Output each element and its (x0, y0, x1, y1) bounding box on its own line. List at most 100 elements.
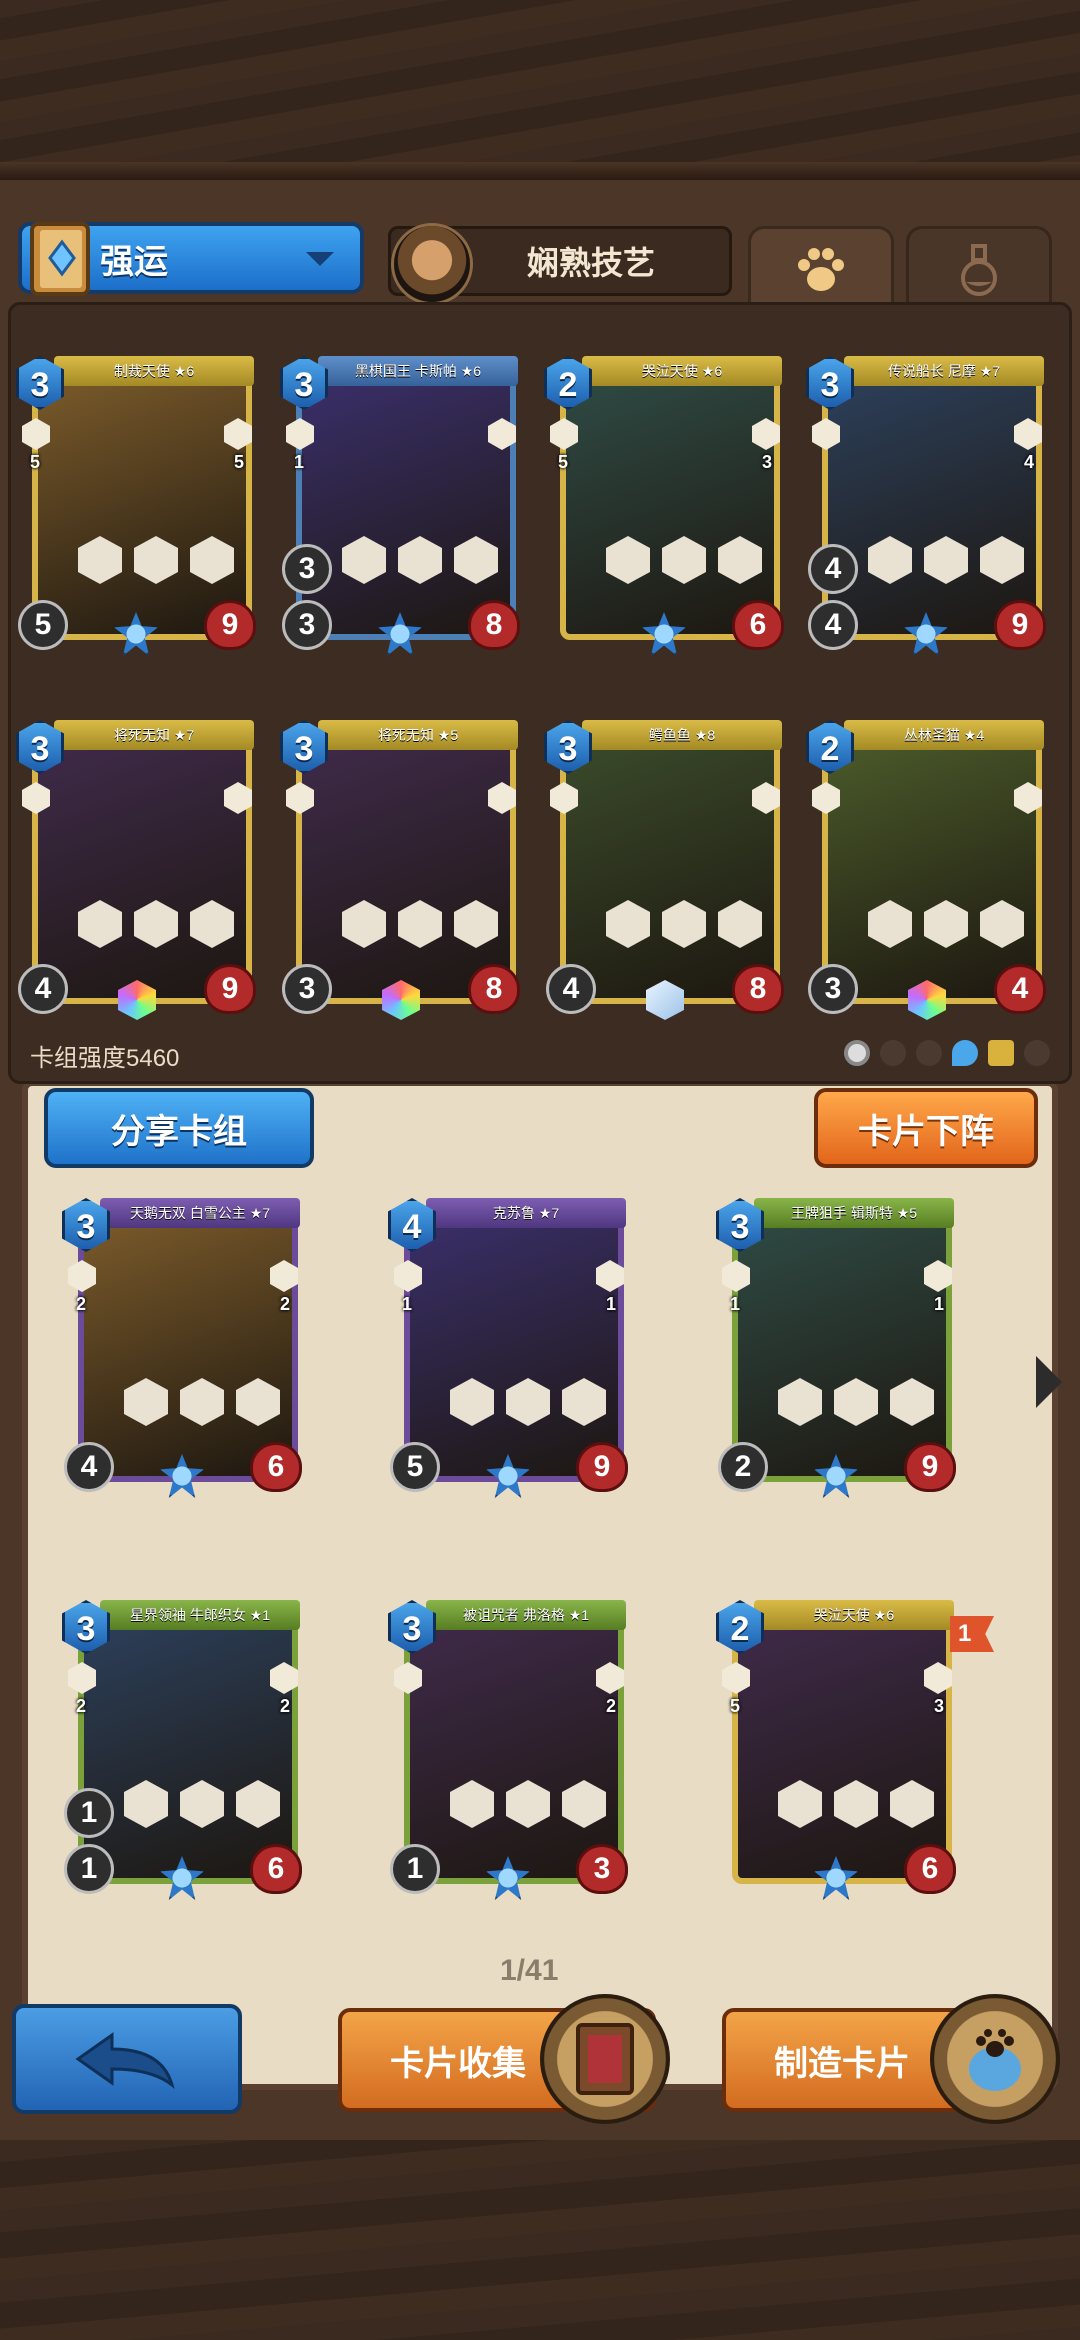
card-health: 9 (576, 1442, 628, 1492)
card-name: 哭泣天使 ★6 (754, 1600, 954, 1630)
card-health: 8 (732, 964, 784, 1014)
back-button[interactable] (12, 2004, 242, 2114)
card-attack: 1 (64, 1844, 114, 1894)
filter-hand-icon[interactable] (916, 1040, 942, 1066)
filter-all-icon[interactable] (844, 1040, 870, 1066)
filter-water-icon[interactable] (952, 1040, 978, 1066)
next-page-arrow-icon[interactable] (1036, 1356, 1062, 1408)
card-left-value: 1 (402, 1294, 413, 1314)
card-health: 6 (250, 1442, 302, 1492)
tab-pet[interactable] (748, 226, 894, 310)
tab-potion[interactable] (906, 226, 1052, 310)
unequip-card-button[interactable]: 卡片下阵 (814, 1088, 1038, 1168)
card-health: 6 (732, 600, 784, 650)
card-name: 丛林圣猫 ★4 (844, 720, 1044, 750)
card-health: 6 (904, 1844, 956, 1894)
card-health: 6 (250, 1844, 302, 1894)
card-name: 鳄鱼鱼 ★8 (582, 720, 782, 750)
card[interactable]: 天鹅无双 白雪公主 ★7 3 2 2 4 6 (62, 1198, 304, 1498)
card[interactable]: 将死无知 ★5 3 3 8 (280, 720, 522, 1020)
card-attack: 3 (282, 600, 332, 650)
card-album-icon[interactable] (540, 1994, 670, 2124)
card-attack: 4 (18, 964, 68, 1014)
card-right-value: 2 (279, 1294, 290, 1314)
card[interactable]: 星界领袖 牛郎织女 ★1 3 2 2 1 1 6 (62, 1600, 304, 1900)
card[interactable]: 传说船长 尼摩 ★7 3 4 4 4 9 (806, 356, 1048, 656)
card-art (822, 374, 1042, 640)
card-attack: 3 (282, 964, 332, 1014)
card-health: 9 (204, 964, 256, 1014)
hero-skill-panel[interactable]: 娴熟技艺 (388, 223, 732, 305)
page-indicator: 1/41 (500, 1954, 559, 1987)
card-attack: 2 (718, 1442, 768, 1492)
card-left-value: 5 (558, 452, 569, 472)
card-name: 传说船长 尼摩 ★7 (844, 356, 1044, 386)
card-health: 4 (994, 964, 1046, 1014)
card[interactable]: 制裁天使 ★6 3 5 5 5 9 (16, 356, 258, 656)
card-attack: 4 (546, 964, 596, 1014)
card-left-value: 5 (730, 1696, 741, 1716)
card-name: 将死无知 ★7 (54, 720, 254, 750)
card-health: 9 (994, 600, 1046, 650)
hero-skill-name: 娴熟技艺 (527, 245, 656, 281)
card-name: 天鹅无双 白雪公主 ★7 (100, 1198, 300, 1228)
share-deck-button[interactable]: 分享卡组 (44, 1088, 314, 1168)
card[interactable]: 克苏鲁 ★7 4 1 1 5 9 (388, 1198, 630, 1498)
card-attack: 4 (64, 1442, 114, 1492)
card-name: 将死无知 ★5 (318, 720, 518, 750)
card-name: 克苏鲁 ★7 (426, 1198, 626, 1228)
bottom-wood-background (0, 2140, 1080, 2340)
card-left-value: 1 (730, 1294, 741, 1314)
card-attack: 3 (808, 964, 858, 1014)
card-health: 9 (204, 600, 256, 650)
card-art (296, 738, 516, 1004)
card-art (32, 738, 252, 1004)
card-right-value: 3 (933, 1696, 944, 1716)
card-name: 哭泣天使 ★6 (582, 356, 782, 386)
card[interactable]: 王牌狙手 辑斯特 ★5 3 1 1 2 9 (716, 1198, 958, 1498)
card-left-value: 1 (294, 452, 305, 472)
card-art (560, 738, 780, 1004)
card[interactable]: 哭泣天使 ★6 2 5 3 6 (716, 1600, 958, 1900)
card[interactable]: 哭泣天使 ★6 2 5 3 6 (544, 356, 786, 656)
card[interactable]: 黑棋国王 卡斯帕 ★6 3 1 3 3 8 (280, 356, 522, 656)
deck-strength: 卡组强度5460 (30, 1045, 180, 1072)
chevron-down-icon (306, 252, 334, 266)
card-right-value: 2 (279, 1696, 290, 1716)
filter-fire-icon[interactable] (1024, 1040, 1050, 1066)
card-art (78, 1216, 298, 1482)
card-art (404, 1618, 624, 1884)
card-right-value: 2 (605, 1696, 616, 1716)
card-left-value: 2 (76, 1696, 87, 1716)
craft-card-label: 制造卡片 (774, 2044, 910, 2083)
card-left-value: 5 (30, 452, 41, 472)
hero-avatar (391, 223, 473, 305)
card[interactable]: 丛林圣猫 ★4 2 3 4 (806, 720, 1048, 1020)
card-name: 星界领袖 牛郎织女 ★1 (100, 1600, 300, 1630)
deck-selector[interactable]: 强运 (18, 222, 364, 296)
card-attack: 1 (390, 1844, 440, 1894)
card[interactable]: 鳄鱼鱼 ★8 3 4 8 (544, 720, 786, 1020)
card-health: 8 (468, 964, 520, 1014)
card-art (732, 1216, 952, 1482)
deck-book-icon (30, 222, 90, 296)
card-name: 黑棋国王 卡斯帕 ★6 (318, 356, 518, 386)
card-art (560, 374, 780, 640)
card-attack: 4 (808, 600, 858, 650)
top-wood-background (0, 0, 1080, 180)
card-right-value: 1 (605, 1294, 616, 1314)
card-attack-secondary: 1 (64, 1788, 114, 1838)
card-right-value: 1 (933, 1294, 944, 1314)
card-attack-secondary: 3 (282, 544, 332, 594)
filter-sort-icon[interactable] (988, 1040, 1014, 1066)
filter-dice-icon[interactable] (880, 1040, 906, 1066)
card[interactable]: 将死无知 ★7 3 4 9 (16, 720, 258, 1020)
paw-jar-icon[interactable] (930, 1994, 1060, 2124)
back-arrow-icon (75, 2032, 175, 2089)
card-health: 9 (904, 1442, 956, 1492)
card-right-value: 5 (233, 452, 244, 472)
card[interactable]: 被诅咒者 弗洛格 ★1 3 2 1 3 (388, 1600, 630, 1900)
card-attack: 5 (18, 600, 68, 650)
card-art (732, 1618, 952, 1884)
card-art (404, 1216, 624, 1482)
